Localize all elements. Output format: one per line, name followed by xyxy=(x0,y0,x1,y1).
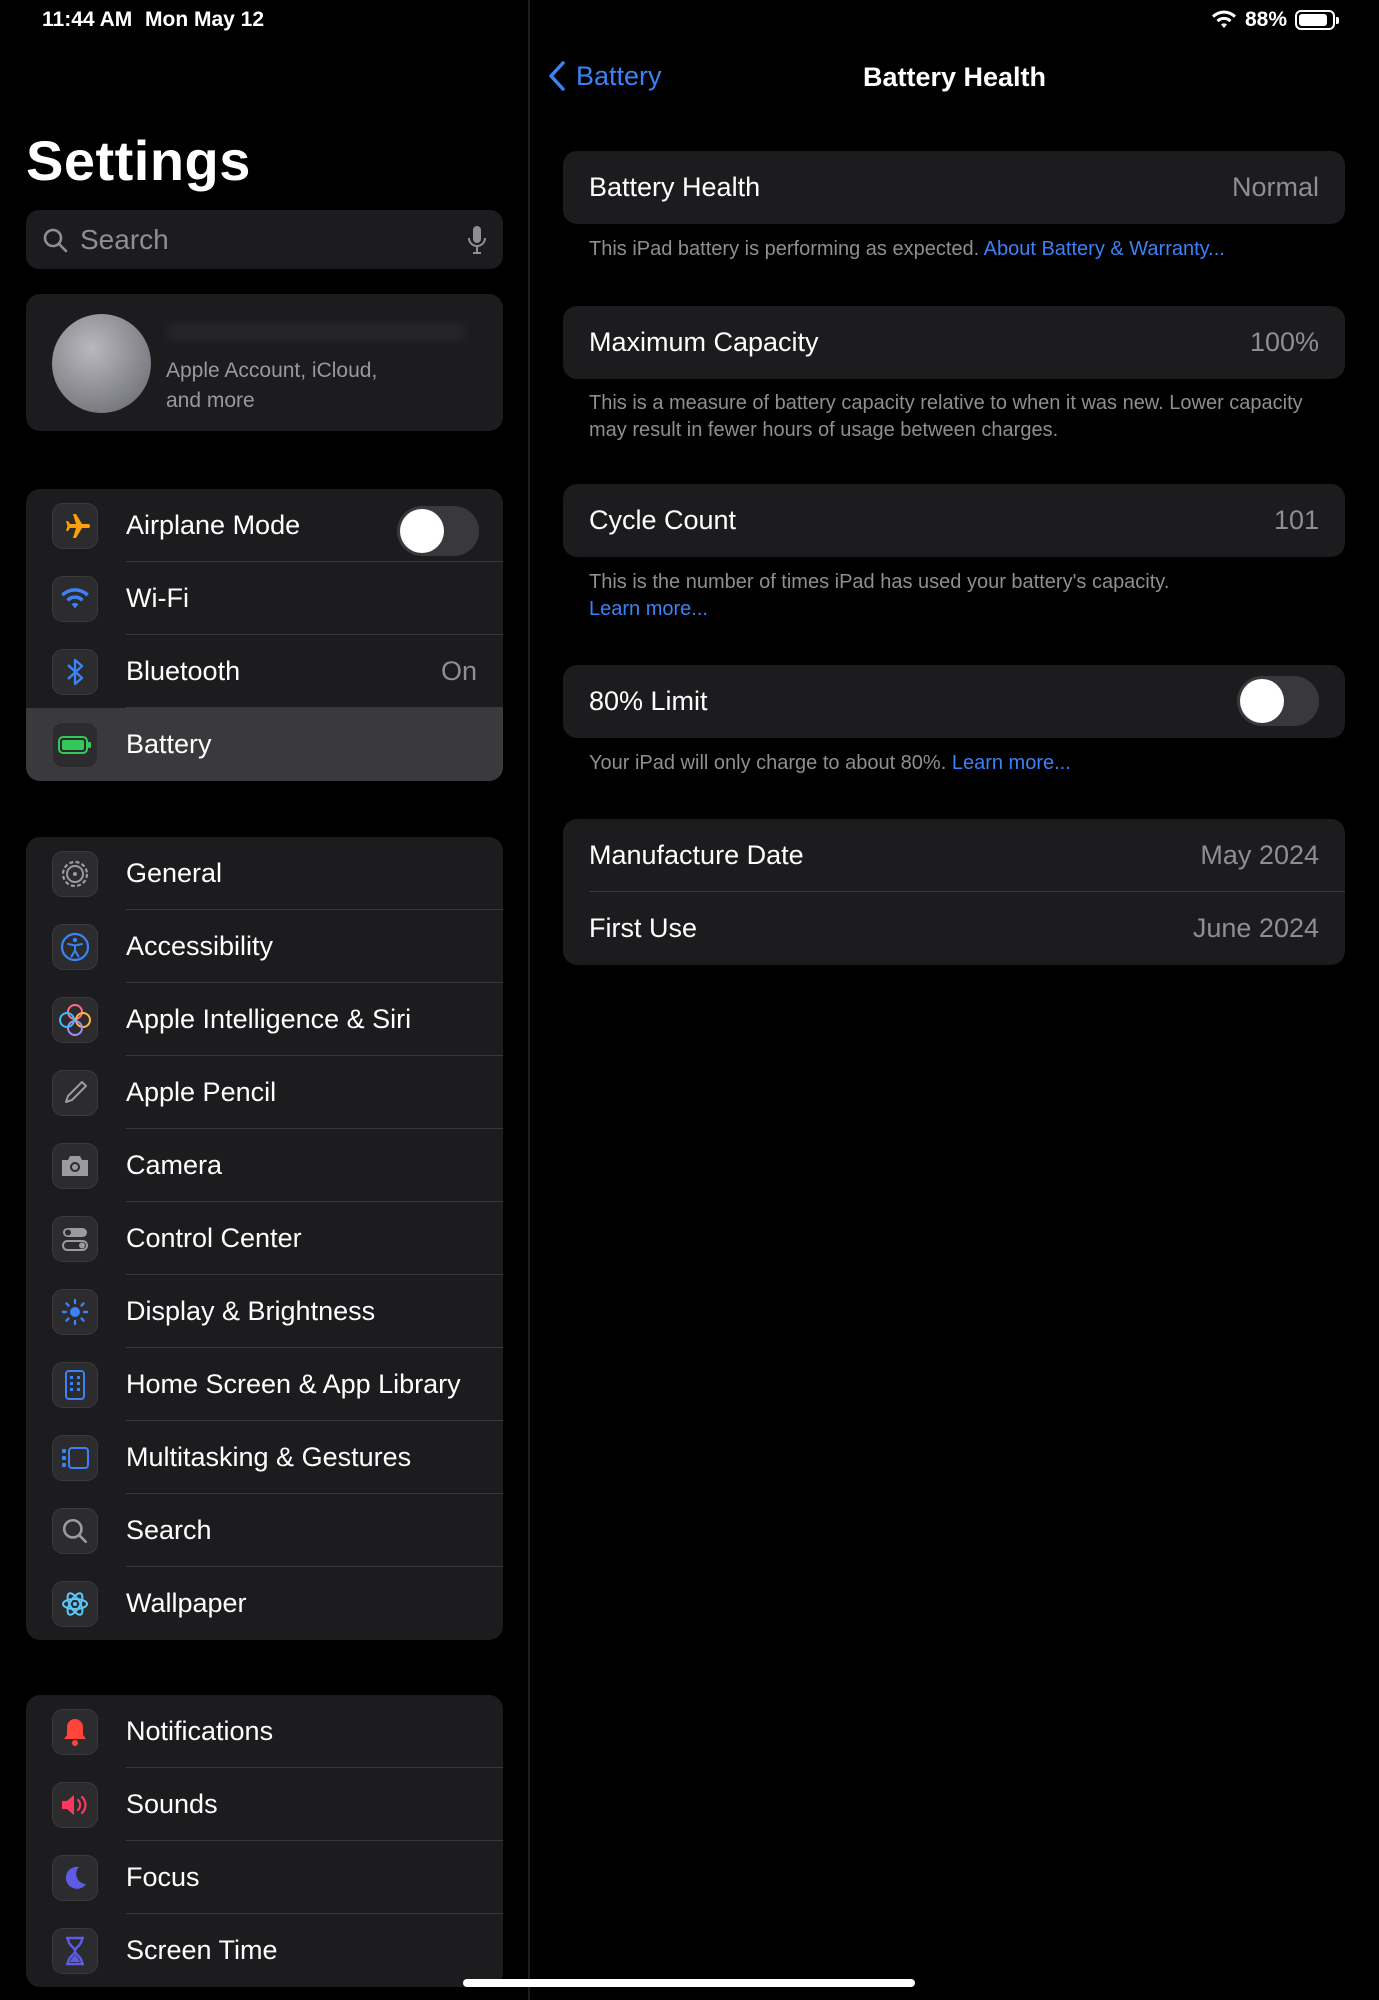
maximum-capacity-value: 100% xyxy=(1249,327,1319,357)
battery-dates-card: Manufacture Date May 2024 First Use June… xyxy=(563,819,1345,965)
maximum-capacity-label: Maximum Capacity xyxy=(589,327,819,357)
limit-learn-more-link[interactable]: Learn more... xyxy=(952,752,1071,774)
sidebar: Settings Search Apple Account, iCloud, a… xyxy=(0,0,528,2000)
charge-limit-footer: Your iPad will only charge to about 80%.… xyxy=(589,752,1071,774)
sidebar-item-wallpaper[interactable]: Wallpaper xyxy=(26,1567,503,1640)
apple-account-card[interactable]: Apple Account, iCloud, and more xyxy=(26,294,503,431)
hourglass-icon xyxy=(52,1928,98,1974)
multitasking-icon xyxy=(52,1435,98,1481)
maximum-capacity-card: Maximum Capacity 100% xyxy=(563,306,1345,379)
about-battery-warranty-link[interactable]: About Battery & Warranty... xyxy=(984,238,1225,260)
charge-limit-toggle[interactable] xyxy=(1237,676,1319,726)
account-subtitle: Apple Account, iCloud, and more xyxy=(166,359,378,412)
moon-icon xyxy=(52,1855,98,1901)
battery-icon xyxy=(52,722,98,768)
sidebar-item-apple-intelligence-siri[interactable]: Apple Intelligence & Siri xyxy=(26,983,503,1056)
battery-health-card: Battery Health Normal xyxy=(563,151,1345,224)
siri-icon xyxy=(52,997,98,1043)
avatar xyxy=(52,314,151,413)
airplane-mode-toggle[interactable] xyxy=(397,506,479,556)
airplane-icon xyxy=(52,503,98,549)
battery-health-footer: This iPad battery is performing as expec… xyxy=(589,238,1225,260)
first-use-label: First Use xyxy=(589,913,697,943)
sidebar-item-general[interactable]: General xyxy=(26,837,503,910)
manufacture-date-value: May 2024 xyxy=(1200,840,1319,870)
settings-group-general: General Accessibility Apple Intelligence… xyxy=(26,837,503,1640)
sidebar-item-control-center[interactable]: Control Center xyxy=(26,1202,503,1275)
sidebar-item-wifi[interactable]: Wi-Fi xyxy=(26,562,503,635)
sidebar-item-sounds[interactable]: Sounds xyxy=(26,1768,503,1841)
search-icon xyxy=(43,228,68,252)
cycle-learn-more-link[interactable]: Learn more... xyxy=(589,596,1329,623)
battery-health-label: Battery Health xyxy=(589,172,761,202)
sidebar-item-camera[interactable]: Camera xyxy=(26,1129,503,1202)
wifi-status-icon xyxy=(1211,10,1236,28)
maximum-capacity-footer: This is a measure of battery capacity re… xyxy=(589,392,1303,441)
settings-group-notifications: Notifications Sounds Focus Screen Time xyxy=(26,1695,503,1987)
control-center-icon xyxy=(52,1216,98,1262)
accessibility-icon xyxy=(52,924,98,970)
microphone-icon[interactable] xyxy=(467,225,487,255)
cycle-count-label: Cycle Count xyxy=(589,505,737,535)
sidebar-title: Settings xyxy=(26,129,251,192)
battery-health-value: Normal xyxy=(1231,172,1319,202)
wallpaper-icon xyxy=(52,1581,98,1627)
pencil-icon xyxy=(52,1070,98,1116)
charge-limit-label: 80% Limit xyxy=(589,686,708,716)
charge-limit-card: 80% Limit xyxy=(563,665,1345,738)
sidebar-item-apple-pencil[interactable]: Apple Pencil xyxy=(26,1056,503,1129)
sidebar-item-accessibility[interactable]: Accessibility xyxy=(26,910,503,983)
sidebar-item-screen-time[interactable]: Screen Time xyxy=(26,1914,503,1987)
first-use-value: June 2024 xyxy=(1192,913,1319,943)
home-indicator[interactable] xyxy=(463,1979,915,1987)
home-screen-icon xyxy=(52,1362,98,1408)
sidebar-item-airplane-mode[interactable]: Airplane Mode xyxy=(26,489,503,562)
cycle-count-value: 101 xyxy=(1273,505,1319,535)
sidebar-item-battery[interactable]: Battery xyxy=(26,708,503,781)
sidebar-item-multitasking[interactable]: Multitasking & Gestures xyxy=(26,1421,503,1494)
speaker-icon xyxy=(52,1782,98,1828)
search-icon xyxy=(52,1508,98,1554)
battery-percent: 88% xyxy=(1244,8,1287,31)
page-title: Battery Health xyxy=(862,62,1047,92)
cycle-count-card: Cycle Count 101 xyxy=(563,484,1345,557)
gear-icon xyxy=(52,851,98,897)
bell-icon xyxy=(52,1709,98,1755)
sidebar-item-search[interactable]: Search xyxy=(26,1494,503,1567)
search-field[interactable]: Search xyxy=(26,210,503,269)
cycle-count-footer: This is the number of times iPad has use… xyxy=(589,569,1329,623)
sidebar-item-display-brightness[interactable]: Display & Brightness xyxy=(26,1275,503,1348)
account-name-redacted xyxy=(166,322,466,342)
pane-divider xyxy=(528,0,530,2000)
settings-group-connectivity: Airplane Mode Wi-Fi Bluetooth On Battery xyxy=(26,489,503,781)
sidebar-item-focus[interactable]: Focus xyxy=(26,1841,503,1914)
battery-status-icon xyxy=(1295,10,1339,30)
search-placeholder: Search xyxy=(80,223,169,255)
manufacture-date-label: Manufacture Date xyxy=(589,840,804,870)
sidebar-item-bluetooth[interactable]: Bluetooth On xyxy=(26,635,503,708)
bluetooth-status: On xyxy=(440,656,477,686)
sun-icon xyxy=(52,1289,98,1335)
status-right: 88% xyxy=(1211,8,1339,32)
sidebar-item-notifications[interactable]: Notifications xyxy=(26,1695,503,1768)
bluetooth-icon xyxy=(52,649,98,695)
camera-icon xyxy=(52,1143,98,1189)
wifi-icon xyxy=(52,576,98,622)
sidebar-item-home-screen[interactable]: Home Screen & App Library xyxy=(26,1348,503,1421)
